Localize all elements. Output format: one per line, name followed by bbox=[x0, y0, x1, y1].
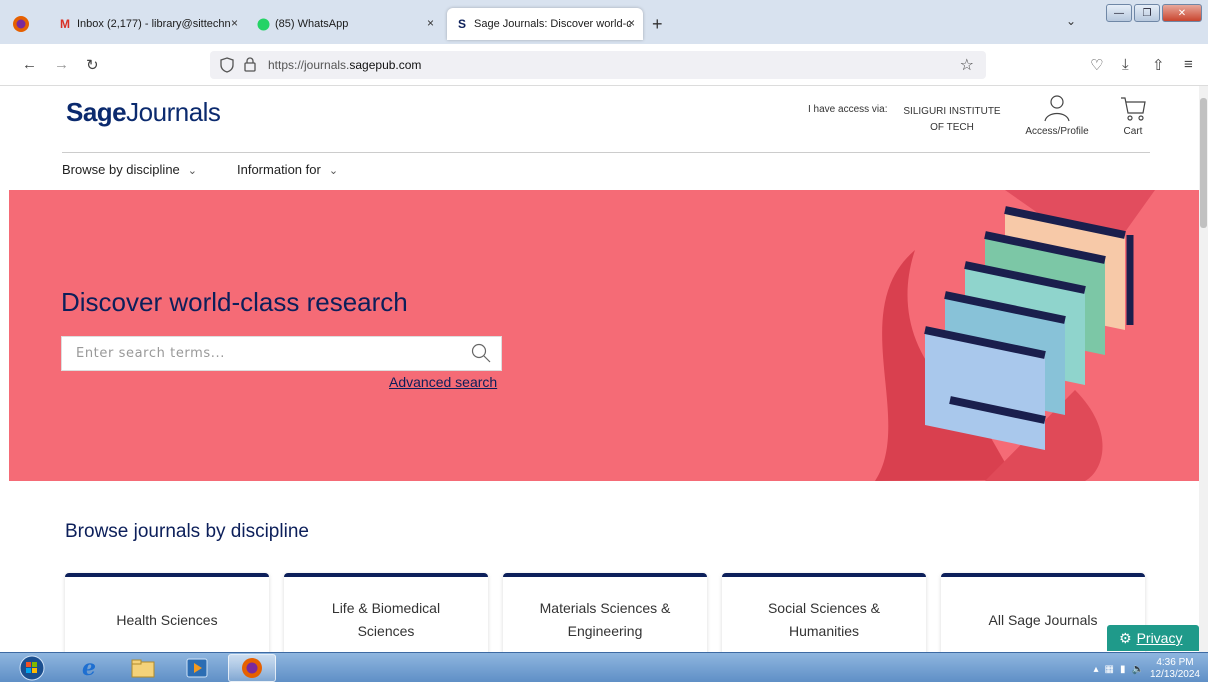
close-tab-icon[interactable]: × bbox=[628, 16, 635, 30]
cart-icon bbox=[1121, 97, 1146, 121]
tab-label: Sage Journals: Discover world-c bbox=[474, 18, 632, 30]
windows-taskbar: e ▴ ▦ ▮ 🔈 4:36 PM 12/13/2024 bbox=[0, 652, 1208, 682]
advanced-search-link[interactable]: Advanced search bbox=[389, 374, 497, 390]
search-input[interactable] bbox=[62, 337, 452, 370]
reload-icon[interactable]: ↻ bbox=[86, 56, 99, 74]
network-icon[interactable]: ▦ bbox=[1105, 664, 1114, 675]
user-icon bbox=[1044, 95, 1070, 122]
access-label: I have access via: bbox=[808, 104, 888, 115]
discipline-card-life-biomedical[interactable]: Life & Biomedical Sciences bbox=[284, 573, 488, 663]
back-icon[interactable]: ← bbox=[22, 56, 37, 73]
access-profile-button[interactable]: Access/Profile bbox=[1020, 93, 1094, 137]
tab-gmail[interactable]: M Inbox (2,177) - library@sittechn × bbox=[50, 8, 246, 40]
hero-banner: Discover world-class research Advanced s… bbox=[9, 190, 1199, 481]
discipline-card-social-humanities[interactable]: Social Sciences & Humanities bbox=[722, 573, 926, 663]
privacy-button[interactable]: ⚙ Privacy bbox=[1107, 625, 1199, 651]
clock-time: 4:36 PM bbox=[1156, 657, 1194, 668]
card-label: All Sage Journals bbox=[988, 611, 1098, 628]
chevron-down-icon: ⌄ bbox=[187, 165, 197, 177]
tab-sage-journals[interactable]: S Sage Journals: Discover world-c × bbox=[447, 8, 643, 40]
tab-label: Inbox (2,177) - library@sittechn bbox=[77, 18, 231, 30]
url-text: https://journals.sagepub.com bbox=[268, 58, 422, 72]
access-profile-label: Access/Profile bbox=[1025, 126, 1089, 137]
list-tabs-icon[interactable]: ⌄ bbox=[1066, 14, 1076, 28]
hamburger-menu-icon[interactable]: ≡ bbox=[1184, 56, 1193, 73]
sage-journals-logo[interactable]: SageJournals bbox=[66, 97, 221, 128]
card-label: Health Sciences bbox=[116, 611, 218, 628]
search-icon[interactable] bbox=[471, 343, 491, 368]
gear-icon: ⚙ bbox=[1119, 629, 1132, 646]
cart-button[interactable]: Cart bbox=[1115, 93, 1151, 137]
search-box bbox=[61, 336, 502, 371]
tracking-shield-icon[interactable] bbox=[220, 57, 234, 78]
browse-journals-title: Browse journals by discipline bbox=[65, 521, 309, 542]
firefox-taskbar-icon[interactable] bbox=[228, 654, 276, 682]
browser-nav-bar: ← → ↻ https://journals.sagepub.com ☆ ♡ ⤓… bbox=[0, 44, 1208, 86]
page-scrollbar[interactable] bbox=[1199, 86, 1208, 652]
media-player-icon[interactable] bbox=[174, 654, 220, 682]
sage-icon: S bbox=[457, 17, 466, 31]
chevron-down-icon: ⌄ bbox=[328, 165, 339, 177]
start-button[interactable] bbox=[10, 654, 54, 682]
close-tab-icon[interactable]: × bbox=[427, 16, 434, 30]
internet-explorer-icon[interactable]: e bbox=[66, 654, 112, 682]
new-tab-button[interactable]: + bbox=[652, 14, 663, 35]
system-tray: ▴ ▦ ▮ 🔈 4:36 PM 12/13/2024 bbox=[1093, 657, 1200, 681]
signal-icon[interactable]: ▮ bbox=[1120, 664, 1126, 675]
share-icon[interactable]: ⇧ bbox=[1152, 56, 1165, 74]
clock[interactable]: 4:36 PM 12/13/2024 bbox=[1150, 657, 1200, 681]
browser-tab-strip: M Inbox (2,177) - library@sittechn × (85… bbox=[0, 0, 1208, 44]
information-for-menu[interactable]: Information for ⌄ bbox=[237, 162, 338, 177]
url-bar[interactable]: https://journals.sagepub.com ☆ bbox=[210, 51, 986, 79]
discipline-card-materials-engineering[interactable]: Materials Sciences & Engineering bbox=[503, 573, 707, 663]
bookmark-star-icon[interactable]: ☆ bbox=[960, 55, 974, 75]
pocket-icon[interactable]: ♡ bbox=[1090, 56, 1103, 74]
forward-icon[interactable]: → bbox=[54, 56, 69, 73]
tab-whatsapp[interactable]: (85) WhatsApp × bbox=[248, 8, 442, 40]
header-divider bbox=[62, 152, 1150, 153]
scrollbar-thumb[interactable] bbox=[1200, 98, 1207, 228]
institution-name: SILIGURI INSTITUTE OF TECH bbox=[903, 106, 1001, 133]
tab-label: (85) WhatsApp bbox=[275, 18, 349, 30]
hero-illustration bbox=[875, 190, 1155, 481]
card-label: Social Sciences & Humanities bbox=[767, 600, 881, 639]
firefox-menu-icon[interactable] bbox=[10, 13, 40, 39]
file-explorer-icon[interactable] bbox=[120, 654, 166, 682]
card-label: Life & Biomedical Sciences bbox=[331, 600, 441, 639]
card-label: Materials Sciences & Engineering bbox=[539, 600, 671, 639]
hero-title: Discover world-class research bbox=[61, 287, 408, 317]
close-tab-icon[interactable]: × bbox=[231, 16, 238, 30]
show-hidden-icons[interactable]: ▴ bbox=[1093, 664, 1098, 675]
downloads-icon[interactable]: ⤓ bbox=[1122, 56, 1129, 73]
lock-icon[interactable] bbox=[244, 57, 256, 77]
clock-date: 12/13/2024 bbox=[1149, 669, 1200, 680]
maximize-button[interactable]: ❐ bbox=[1134, 4, 1160, 22]
gmail-icon: M bbox=[60, 17, 70, 31]
cart-label: Cart bbox=[1123, 126, 1143, 137]
whatsapp-icon bbox=[256, 17, 270, 31]
browse-by-discipline-menu[interactable]: Browse by discipline ⌄ bbox=[62, 162, 197, 177]
volume-icon[interactable]: 🔈 bbox=[1131, 664, 1143, 675]
window-controls: — ❐ ✕ bbox=[1106, 4, 1202, 22]
minimize-button[interactable]: — bbox=[1106, 4, 1132, 22]
discipline-card-health-sciences[interactable]: Health Sciences bbox=[65, 573, 269, 663]
close-window-button[interactable]: ✕ bbox=[1162, 4, 1202, 22]
